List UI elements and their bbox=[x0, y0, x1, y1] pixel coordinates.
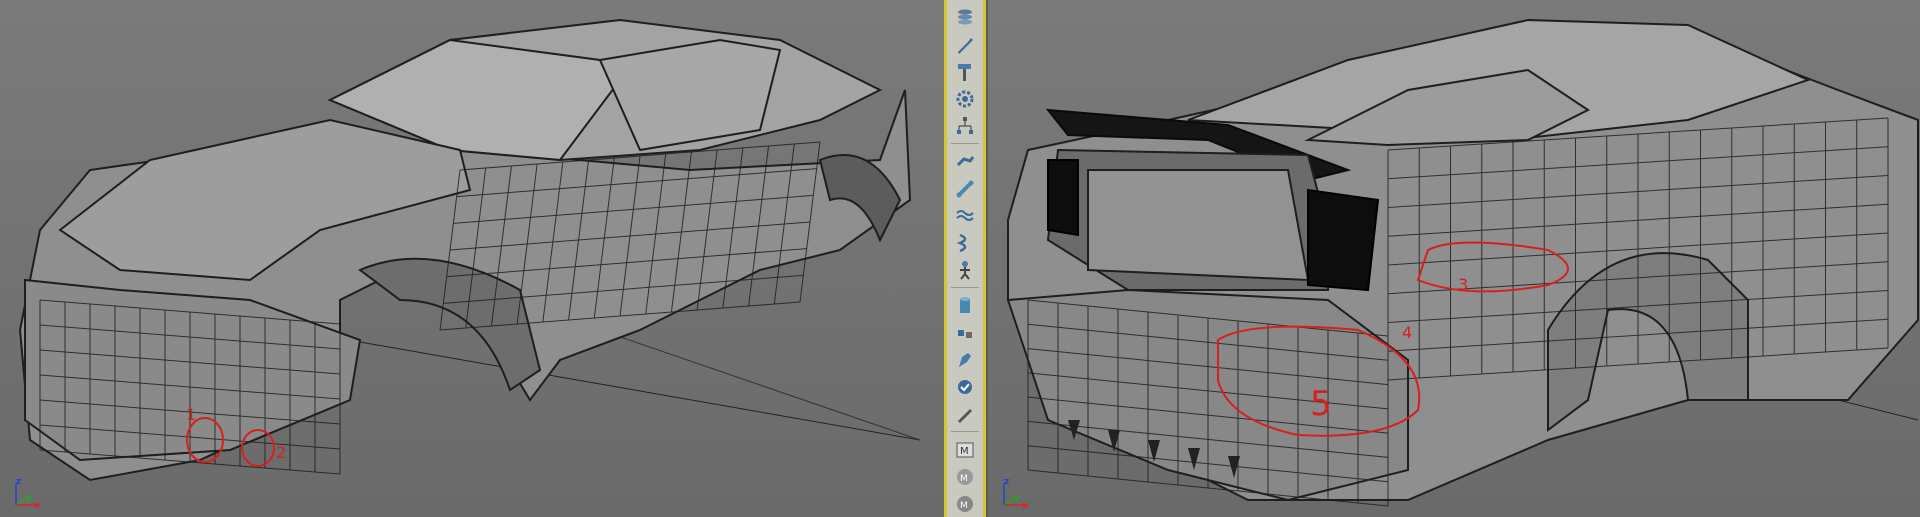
layers-button[interactable] bbox=[950, 6, 980, 29]
svg-text:M: M bbox=[960, 474, 968, 484]
axis-y-label: y bbox=[1014, 493, 1020, 503]
render-button[interactable] bbox=[950, 375, 980, 398]
annotation-3: 3 bbox=[1458, 275, 1468, 294]
cylinder-button[interactable] bbox=[950, 294, 980, 317]
car-mesh-front: 1 2 bbox=[18, 18, 921, 482]
paint-button[interactable] bbox=[950, 348, 980, 371]
wrench-button[interactable] bbox=[950, 33, 980, 56]
axis-x-label: x bbox=[1022, 501, 1028, 511]
axis-z-label: z bbox=[1004, 477, 1010, 487]
render-icon bbox=[958, 379, 972, 394]
bind-button[interactable] bbox=[950, 321, 980, 344]
material-sphere-button[interactable]: M bbox=[950, 465, 980, 488]
axis-z-label: z bbox=[16, 477, 22, 487]
annotation-1: 1 bbox=[186, 405, 196, 424]
wave-button[interactable] bbox=[950, 204, 980, 227]
car-mesh-rear: 3 4 5 bbox=[1006, 18, 1919, 507]
toolbar-separator bbox=[951, 287, 979, 289]
wave-icon bbox=[956, 209, 974, 221]
gear-button[interactable] bbox=[950, 87, 980, 110]
skeleton-button[interactable] bbox=[950, 258, 980, 281]
link-button[interactable] bbox=[950, 150, 980, 173]
helix-icon bbox=[956, 233, 967, 252]
svg-text:M: M bbox=[960, 446, 969, 457]
hammer-button[interactable] bbox=[950, 60, 980, 83]
wrench-icon bbox=[958, 37, 973, 54]
paint-icon bbox=[959, 352, 971, 367]
axis-gizmo: z y x bbox=[994, 477, 1030, 513]
toolbar-separator bbox=[951, 431, 979, 433]
axis-x-label: x bbox=[34, 501, 40, 511]
skeleton-icon bbox=[960, 260, 970, 280]
material-sphere-icon: M bbox=[957, 468, 973, 485]
helix-button[interactable] bbox=[950, 231, 980, 254]
material-m-icon: M bbox=[956, 442, 974, 458]
viewport-left[interactable]: 1 2 z y x bbox=[0, 0, 946, 517]
material-m2-icon: M bbox=[957, 495, 973, 512]
bind-icon bbox=[958, 329, 972, 338]
axis-y-label: y bbox=[26, 493, 32, 503]
annotation-4: 4 bbox=[1402, 323, 1412, 342]
layers-icon bbox=[958, 9, 972, 25]
annotation-5: 5 bbox=[1310, 384, 1332, 424]
hierarchy-icon bbox=[957, 116, 973, 134]
hammer-icon bbox=[958, 63, 971, 81]
bone-button[interactable] bbox=[950, 177, 980, 200]
cylinder-icon bbox=[960, 296, 970, 313]
gear-icon bbox=[956, 90, 974, 108]
command-toolbar: M M M bbox=[944, 0, 986, 517]
material-m2-button[interactable]: M bbox=[950, 492, 980, 515]
annotation-2: 2 bbox=[276, 443, 286, 462]
link-icon bbox=[956, 155, 975, 166]
toolbar-separator bbox=[951, 143, 979, 145]
svg-text:M: M bbox=[960, 501, 968, 511]
material-m-button[interactable]: M bbox=[950, 438, 980, 461]
pen-button[interactable] bbox=[950, 402, 980, 425]
viewport-right[interactable]: 3 4 5 z y x bbox=[986, 0, 1920, 517]
axis-gizmo: z y x bbox=[6, 477, 42, 513]
pen-icon bbox=[958, 408, 972, 423]
hierarchy-button[interactable] bbox=[950, 114, 980, 137]
bone-icon bbox=[956, 180, 974, 198]
